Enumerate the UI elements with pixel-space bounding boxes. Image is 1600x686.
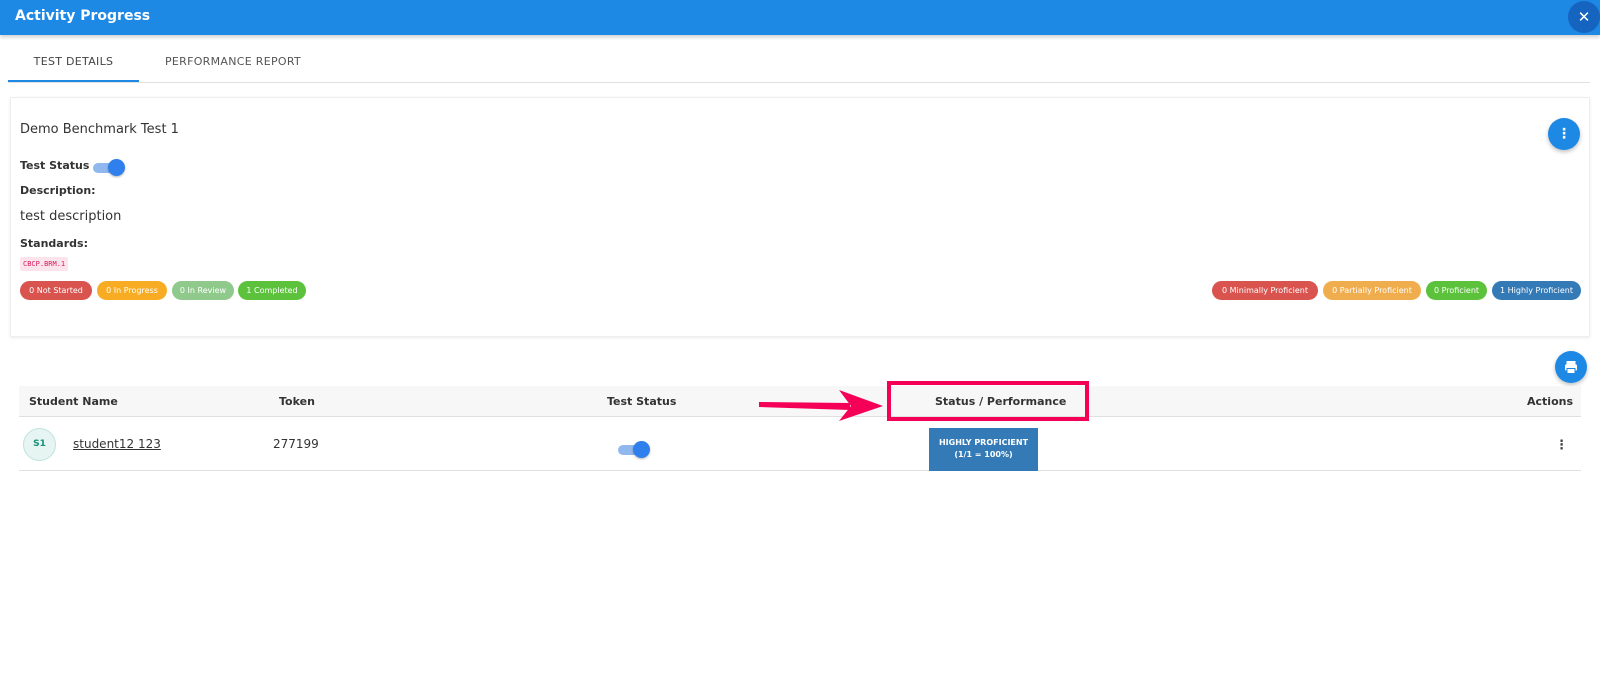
performance-badge: HIGHLY PROFICIENT (1/1 = 100%)	[929, 428, 1038, 471]
tab-performance-report[interactable]: PERFORMANCE REPORT	[148, 45, 318, 82]
test-details-card	[10, 97, 1590, 337]
annotation-highlight-box	[887, 381, 1089, 421]
in-review-badge: 0 In Review	[172, 281, 234, 300]
table-row	[19, 417, 1581, 471]
description-label: Description:	[20, 184, 96, 197]
avatar: S1	[23, 428, 56, 461]
test-status-label: Test Status	[20, 159, 90, 172]
dialog-title: Activity Progress	[15, 8, 151, 24]
print-icon	[1565, 361, 1577, 374]
standards-label: Standards:	[20, 237, 88, 250]
partially-proficient-badge: 0 Partially Proficient	[1323, 281, 1421, 300]
proficient-badge: 0 Proficient	[1426, 281, 1487, 300]
header-actions: Actions	[1527, 395, 1573, 408]
close-icon: ✕	[1577, 8, 1591, 26]
header-student-name[interactable]: Student Name	[29, 395, 118, 408]
highly-proficient-badge: 1 Highly Proficient	[1492, 281, 1581, 300]
more-vertical-icon: ⋮	[1557, 126, 1571, 142]
student-name-link[interactable]: student12 123	[73, 437, 161, 451]
not-started-badge: 0 Not Started	[20, 281, 92, 300]
description-text: test description	[20, 209, 122, 224]
tab-bar: TEST DETAILS PERFORMANCE REPORT	[8, 45, 1590, 83]
token-value: 277199	[273, 437, 319, 451]
header-token[interactable]: Token	[279, 395, 315, 408]
standard-tag: CBCP.BRM.1	[20, 257, 69, 271]
dialog-titlebar: Activity Progress	[0, 0, 1600, 35]
in-progress-badge: 0 In Progress	[97, 281, 167, 300]
toggle-knob	[633, 441, 650, 458]
tab-test-details[interactable]: TEST DETAILS	[8, 45, 139, 82]
test-status-toggle[interactable]	[93, 159, 125, 176]
performance-level: HIGHLY PROFICIENT	[938, 438, 1029, 447]
row-test-status-toggle[interactable]	[618, 441, 650, 458]
completed-badge: 1 Completed	[238, 281, 306, 300]
header-test-status[interactable]: Test Status	[607, 395, 676, 408]
row-actions-button[interactable]: ⋮	[1555, 438, 1568, 454]
more-vertical-icon: ⋮	[1555, 438, 1568, 453]
test-title: Demo Benchmark Test 1	[20, 122, 179, 137]
minimally-proficient-badge: 0 Minimally Proficient	[1212, 281, 1318, 300]
toggle-knob	[108, 159, 125, 176]
close-button[interactable]: ✕	[1568, 1, 1600, 33]
performance-score: (1/1 = 100%)	[954, 450, 1013, 459]
test-options-button[interactable]: ⋮	[1548, 118, 1580, 150]
print-button[interactable]	[1555, 351, 1587, 383]
